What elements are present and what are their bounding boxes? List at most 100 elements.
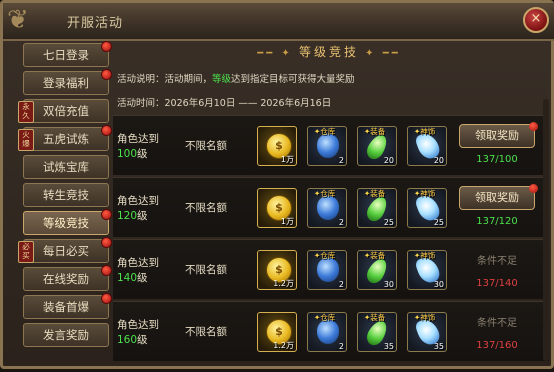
- reward-tag: ✦装备: [364, 312, 385, 323]
- target-level: 160: [117, 334, 138, 346]
- sidebar-badge: 必买: [18, 241, 34, 263]
- sidebar-item-label: 七日登录: [43, 48, 89, 62]
- close-button[interactable]: ×: [523, 7, 549, 33]
- time-start: 2026年6月10日: [164, 98, 236, 109]
- desc-suffix: 达到指定目标可获得大量奖励: [231, 74, 355, 85]
- condition-text: 角色达到: [117, 319, 159, 331]
- reward-tag-text: 装备: [370, 127, 386, 136]
- notification-dot-icon: [101, 265, 112, 276]
- blue-gem-icon: [317, 258, 339, 282]
- target-level: 140: [117, 272, 138, 284]
- page-title-text: 等级竞技: [298, 45, 359, 59]
- sidebar-item-label: 发言奖励: [43, 328, 89, 342]
- condition-text: 角色达到: [117, 195, 159, 207]
- sidebar-item[interactable]: 双倍充值 永久: [18, 99, 109, 123]
- notification-dot-icon: [101, 125, 112, 136]
- reward-slot[interactable]: ✦装备 35: [357, 312, 397, 352]
- reward-quantity: 25: [383, 218, 394, 227]
- level-progress: 137/140: [476, 278, 518, 289]
- reward-tag-text: 装备: [370, 313, 386, 322]
- reward-slot[interactable]: ✦神饰 30: [407, 250, 447, 290]
- reward-slot[interactable]: $1.2万: [257, 312, 297, 352]
- level-unit: 级: [137, 272, 148, 284]
- level-unit: 级: [137, 334, 148, 346]
- sidebar-item[interactable]: 每日必买 必买: [18, 237, 112, 263]
- reward-quantity: 35: [433, 342, 444, 351]
- reward-tag-text: 装备: [370, 251, 386, 260]
- notification-dot-icon: [529, 184, 538, 193]
- reward-tag-text: 神饰: [420, 313, 436, 322]
- sidebar-item[interactable]: 转生竞技: [23, 183, 109, 207]
- notification-dot-icon: [529, 122, 538, 131]
- reward-quantity: 30: [383, 280, 394, 289]
- sidebar-item[interactable]: 发言奖励: [23, 323, 109, 347]
- time-separator: ——: [238, 98, 258, 109]
- sidebar-item-label: 每日必买: [43, 244, 89, 258]
- sidebar-item-label: 在线奖励: [43, 272, 89, 286]
- claim-reward-button[interactable]: 领取奖励: [459, 122, 538, 148]
- sidebar-item[interactable]: 七日登录: [23, 41, 112, 67]
- reward-tag: ✦仓库: [314, 188, 335, 199]
- sidebar-item[interactable]: 试炼宝库: [23, 155, 109, 179]
- scrollbar[interactable]: [543, 99, 549, 361]
- reward-tag-text: 神饰: [420, 251, 436, 260]
- notification-dot-icon: [101, 293, 112, 304]
- reward-slot[interactable]: ✦仓库 2: [307, 312, 347, 352]
- reward-tag: ✦仓库: [314, 126, 335, 137]
- reward-quantity: 1万: [280, 155, 294, 164]
- reward-tag-text: 仓库: [320, 251, 336, 260]
- sidebar-item[interactable]: 等级竞技: [23, 209, 112, 235]
- reward-quantity: 2: [338, 280, 344, 289]
- time-label: 活动时间：: [117, 98, 165, 109]
- level-progress: 137/100: [476, 154, 518, 165]
- reward-slot[interactable]: ✦仓库 2: [307, 126, 347, 166]
- sidebar-item-label: 试炼宝库: [43, 160, 89, 174]
- sidebar-item-label: 等级竞技: [43, 216, 89, 230]
- reward-slot[interactable]: ✦神饰 20: [407, 126, 447, 166]
- desc-highlight: 等级: [212, 74, 232, 85]
- level-progress: 137/160: [476, 340, 518, 351]
- blue-gem-icon: [317, 134, 339, 158]
- reward-quantity: 35: [383, 342, 394, 351]
- reward-slot[interactable]: ✦装备 20: [357, 126, 397, 166]
- reward-tag: ✦神饰: [414, 250, 435, 261]
- status-text: 条件不足: [477, 318, 517, 329]
- sidebar: 七日登录 登录福利 双倍充值 永久 五虎试炼 火爆 试炼宝库 转生竞技 等级竞技 每日必买 必买 在线…: [17, 39, 113, 372]
- reward-quantity: 2: [338, 156, 344, 165]
- reward-slot[interactable]: ✦仓库 2: [307, 250, 347, 290]
- notification-dot-icon: [101, 209, 112, 220]
- reward-slot[interactable]: ✦装备 25: [357, 188, 397, 228]
- level-condition: 角色达到 120级: [117, 194, 187, 224]
- main-panel: ━━ ✦ 等级竞技 ✦ ━━ 活动说明：活动期间，等级达到指定目标可获得大量奖励…: [113, 39, 549, 368]
- reward-slot[interactable]: $1.2万: [257, 250, 297, 290]
- reward-slot[interactable]: ✦仓库 2: [307, 188, 347, 228]
- claim-reward-button[interactable]: 领取奖励: [459, 184, 538, 210]
- status-text: 条件不足: [477, 256, 517, 267]
- condition-text: 角色达到: [117, 133, 159, 145]
- reward-quantity: 30: [433, 280, 444, 289]
- window-title: 开服活动: [67, 16, 124, 31]
- sidebar-item[interactable]: 在线奖励: [23, 265, 112, 291]
- reward-slot[interactable]: $1万: [257, 188, 297, 228]
- activity-window: ❦ 开服活动 × 七日登录 登录福利 双倍充值 永久 五虎试炼 火爆 试炼宝库 转生竞技 等级竞…: [0, 0, 554, 369]
- quota-limit: 不限名额: [185, 264, 227, 276]
- reward-slot[interactable]: ✦装备 30: [357, 250, 397, 290]
- right-ornament-icon: ✦ ━━: [359, 48, 401, 59]
- reward-slot[interactable]: ✦神饰 35: [407, 312, 447, 352]
- target-level: 100: [117, 148, 138, 160]
- quota-limit: 不限名额: [185, 140, 227, 152]
- reward-tag-text: 神饰: [420, 189, 436, 198]
- claim-reward-label: 领取奖励: [475, 129, 519, 142]
- notification-dot-icon: [101, 41, 112, 52]
- time-end: 2026年6月16日: [260, 98, 332, 109]
- blue-gem-icon: [317, 320, 339, 344]
- sidebar-item[interactable]: 登录福利: [23, 69, 112, 95]
- reward-slot[interactable]: ✦神饰 25: [407, 188, 447, 228]
- reward-slot[interactable]: $1万: [257, 126, 297, 166]
- reward-tag: ✦仓库: [314, 312, 335, 323]
- reward-quantity: 1万: [280, 217, 294, 226]
- level-unit: 级: [137, 210, 148, 222]
- sidebar-item[interactable]: 五虎试炼 火爆: [18, 125, 112, 151]
- sidebar-item-label: 双倍充值: [43, 104, 89, 118]
- sidebar-item[interactable]: 装备首爆: [23, 293, 112, 319]
